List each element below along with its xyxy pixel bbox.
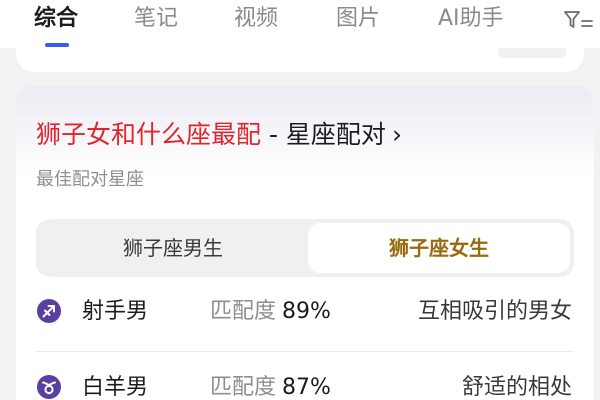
card-title-rest: - 星座配对 bbox=[261, 120, 386, 149]
tab-ai-assistant[interactable]: AI助手 bbox=[438, 4, 504, 34]
filter-icon[interactable] bbox=[562, 8, 594, 32]
match-row[interactable]: 白羊男 匹配度 87% 舒适的相处 bbox=[16, 360, 594, 400]
match-score: 匹配度 89% bbox=[210, 297, 331, 327]
tab-video[interactable]: 视频 bbox=[234, 4, 278, 34]
card-title-highlight: 狮子女和什么座最配 bbox=[36, 120, 262, 149]
segment-leo-male[interactable]: 狮子座男生 bbox=[40, 223, 306, 273]
row-divider bbox=[36, 351, 574, 352]
match-score: 匹配度 87% bbox=[210, 373, 331, 400]
match-description: 互相吸引的男女 bbox=[417, 299, 572, 324]
chevron-right-icon: › bbox=[391, 120, 402, 149]
match-description: 舒适的相处 bbox=[461, 375, 572, 400]
active-tab-indicator bbox=[45, 43, 69, 47]
top-tab-bar: 综合 笔记 视频 图片 AI助手 bbox=[0, 0, 600, 48]
card-subtitle: 最佳配对星座 bbox=[36, 169, 144, 190]
card-title-link[interactable]: 狮子女和什么座最配 - 星座配对 › bbox=[36, 118, 402, 152]
score-label: 匹配度 bbox=[210, 375, 277, 400]
constellation-match-card: 狮子女和什么座最配 - 星座配对 › 最佳配对星座 狮子座男生 狮子座女生 射手男… bbox=[16, 86, 594, 400]
segment-leo-female[interactable]: 狮子座女生 bbox=[308, 223, 570, 273]
previous-card-pill bbox=[498, 48, 566, 58]
sign-name: 射手男 bbox=[82, 299, 149, 324]
score-value: 89% bbox=[282, 299, 331, 324]
tab-all[interactable]: 综合 bbox=[34, 4, 78, 34]
gender-segmented-control: 狮子座男生 狮子座女生 bbox=[36, 219, 574, 277]
match-row[interactable]: 射手男 匹配度 89% 互相吸引的男女 bbox=[16, 284, 594, 340]
tab-notes[interactable]: 笔记 bbox=[134, 4, 178, 34]
sagittarius-icon bbox=[37, 299, 61, 323]
aries-icon bbox=[37, 375, 61, 399]
tab-images[interactable]: 图片 bbox=[336, 4, 380, 34]
sign-name: 白羊男 bbox=[82, 375, 149, 400]
score-label: 匹配度 bbox=[210, 299, 277, 324]
score-value: 87% bbox=[282, 375, 331, 400]
previous-result-card bbox=[16, 48, 584, 72]
